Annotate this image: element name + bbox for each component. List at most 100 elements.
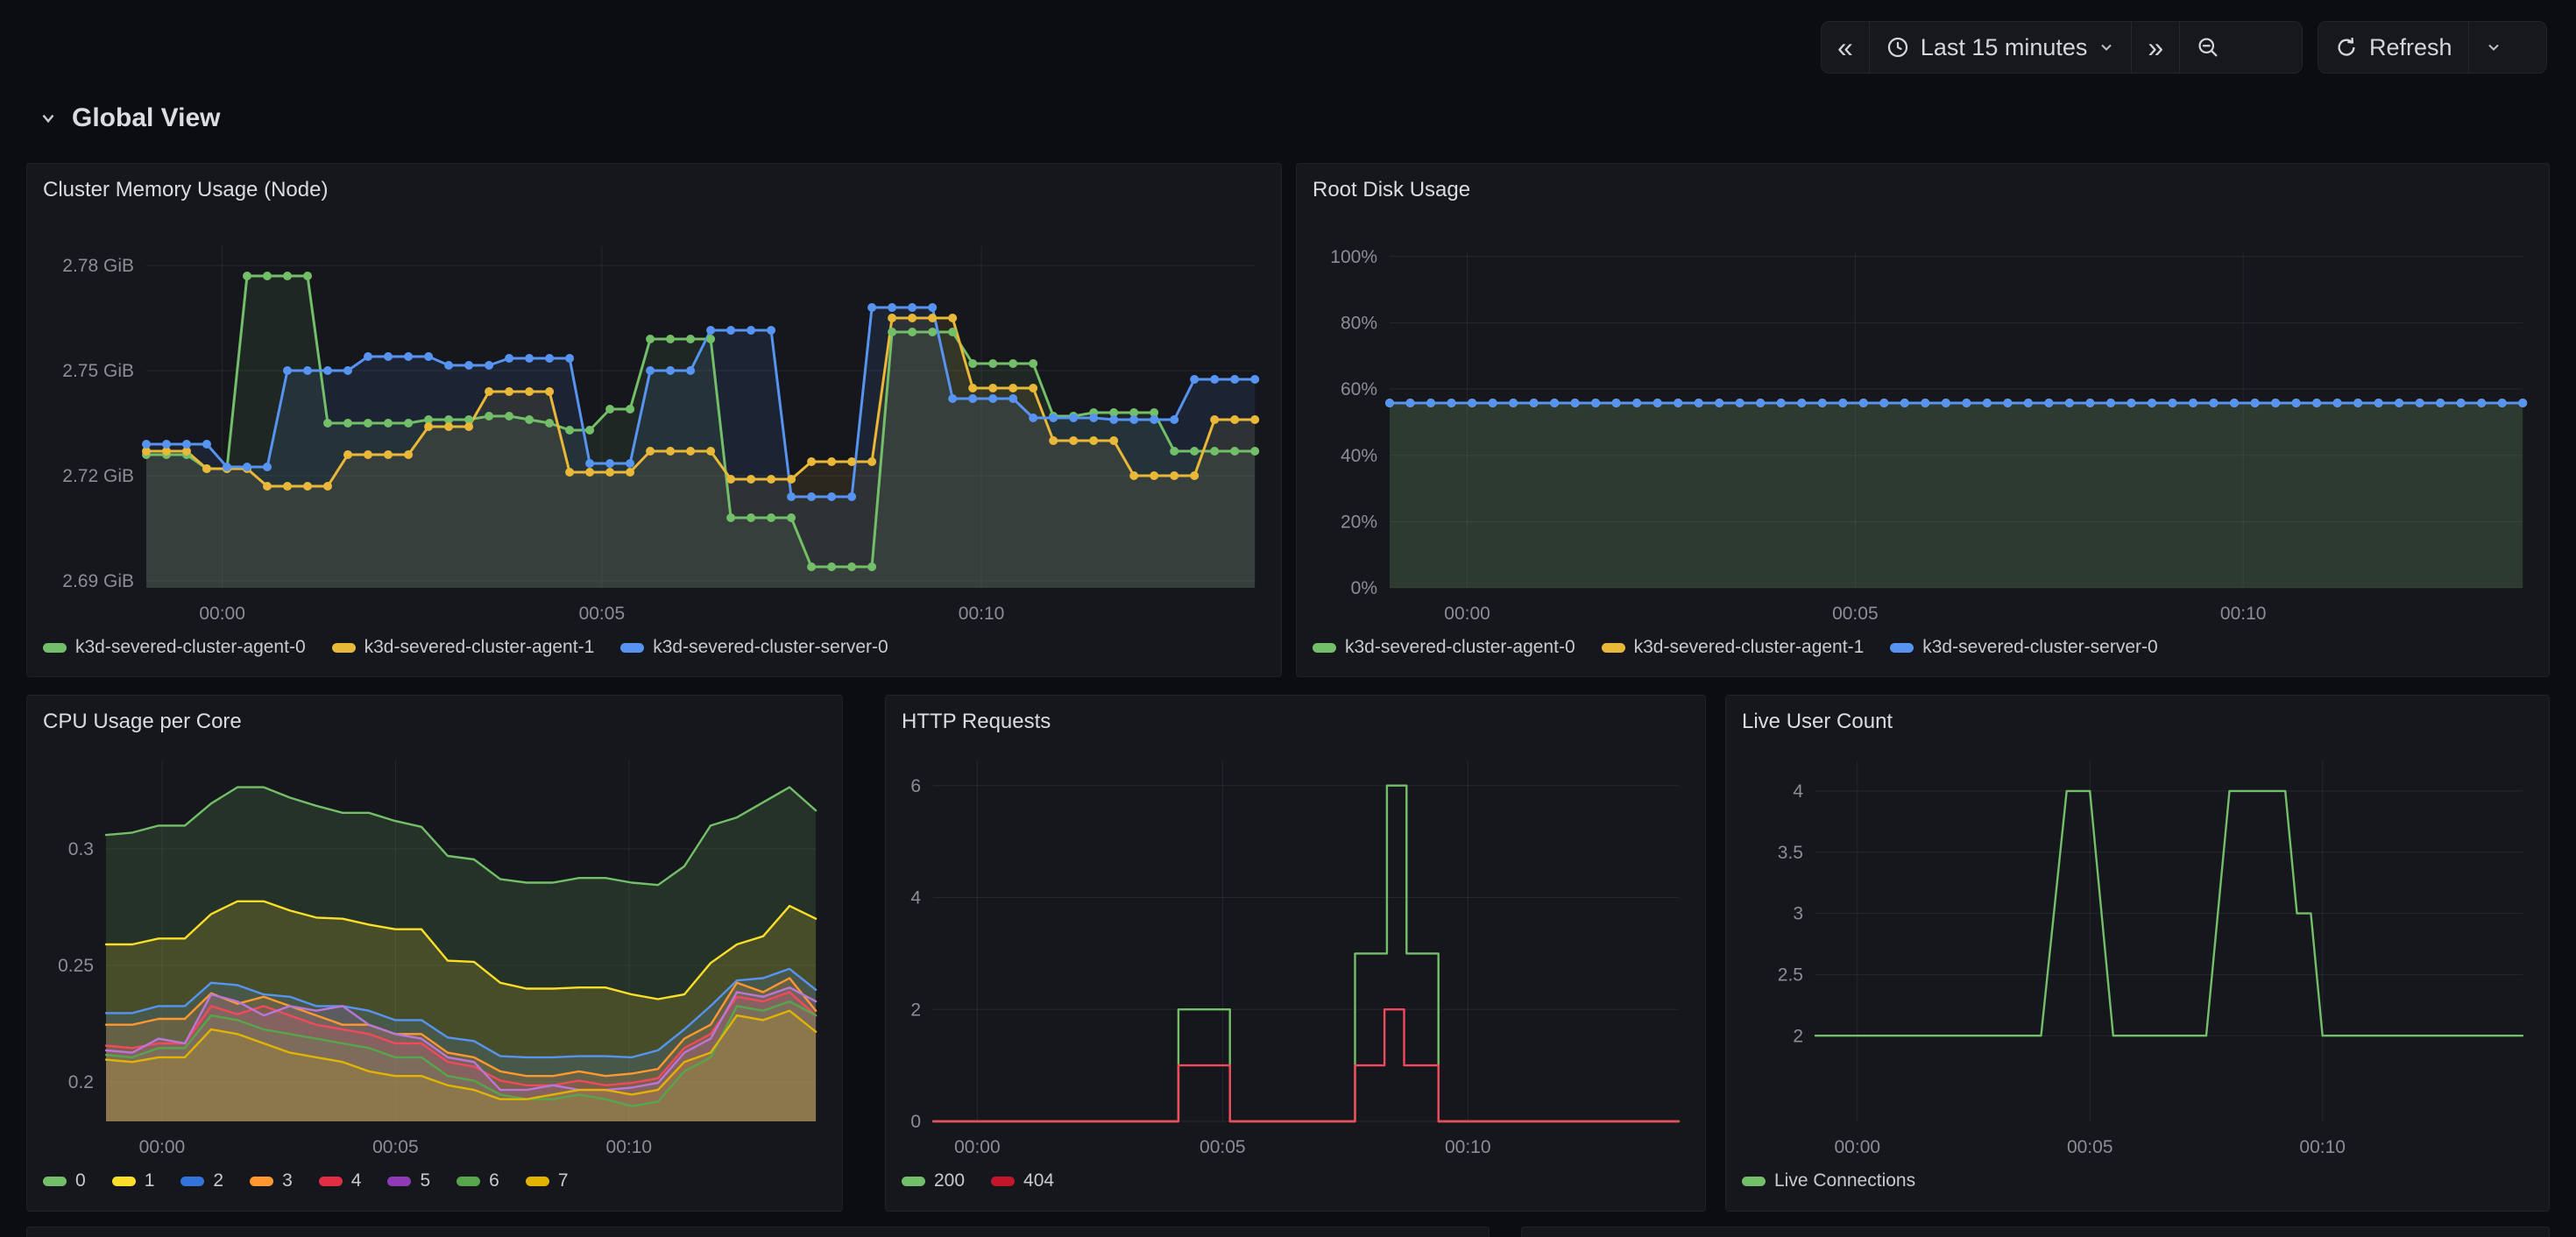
- time-shift-forward-button[interactable]: »: [2131, 22, 2179, 73]
- svg-text:0.25: 0.25: [58, 956, 94, 976]
- svg-text:100%: 100%: [1330, 247, 1377, 267]
- legend-item[interactable]: 4: [319, 1170, 362, 1191]
- svg-text:40%: 40%: [1341, 446, 1377, 466]
- legend-item[interactable]: 0: [43, 1170, 86, 1191]
- svg-text:0%: 0%: [1351, 578, 1377, 598]
- svg-text:0.3: 0.3: [68, 839, 94, 859]
- legend-item[interactable]: 2: [180, 1170, 223, 1191]
- http-chart[interactable]: 024600:0000:0500:10: [902, 743, 1691, 1167]
- panel-title[interactable]: CPU Usage per Core: [27, 696, 842, 741]
- svg-text:2.69 GiB: 2.69 GiB: [62, 571, 134, 591]
- legend-swatch: [902, 1177, 925, 1186]
- svg-text:00:05: 00:05: [1200, 1137, 1246, 1157]
- svg-text:2.78 GiB: 2.78 GiB: [62, 256, 134, 276]
- legend-label: 404: [1023, 1170, 1054, 1191]
- legend-item[interactable]: k3d-severed-cluster-agent-0: [1313, 637, 1575, 658]
- legend-swatch: [43, 643, 67, 653]
- legend-item[interactable]: 6: [456, 1170, 499, 1191]
- panel-title[interactable]: HTTP Requests: [886, 696, 1705, 741]
- time-range-picker-button[interactable]: Last 15 minutes: [1869, 22, 2132, 73]
- svg-text:00:05: 00:05: [1832, 604, 1879, 624]
- legend-item[interactable]: k3d-severed-cluster-server-0: [1890, 637, 2157, 658]
- svg-text:2.5: 2.5: [1778, 965, 1803, 986]
- double-chevron-left-icon: «: [1837, 33, 1853, 61]
- legend-swatch: [319, 1177, 343, 1186]
- svg-text:4: 4: [1793, 781, 1803, 802]
- legend-item[interactable]: 7: [526, 1170, 569, 1191]
- cpu-legend: 0 1 2 3 4 5 6 7: [27, 1167, 842, 1191]
- legend-label: 6: [489, 1170, 499, 1191]
- panel-root-disk-usage: Root Disk Usage 0%20%40%60%80%100%00:000…: [1296, 163, 2550, 677]
- svg-text:00:10: 00:10: [2299, 1137, 2346, 1157]
- disk-chart[interactable]: 0%20%40%60%80%100%00:0000:0500:10: [1313, 211, 2535, 633]
- svg-text:00:00: 00:00: [1444, 604, 1490, 624]
- legend-swatch: [1742, 1177, 1766, 1186]
- refresh-controls: Refresh: [2318, 21, 2547, 74]
- legend-item[interactable]: k3d-severed-cluster-agent-0: [43, 637, 306, 658]
- legend-item[interactable]: 200: [902, 1170, 965, 1191]
- legend-swatch: [1313, 643, 1336, 653]
- svg-text:3.5: 3.5: [1778, 843, 1803, 863]
- svg-text:2.72 GiB: 2.72 GiB: [62, 466, 134, 486]
- svg-text:00:00: 00:00: [199, 604, 245, 624]
- zoom-out-icon: [2196, 35, 2220, 60]
- cpu-chart[interactable]: 0.20.250.300:0000:0500:10: [43, 743, 828, 1167]
- legend-label: Live Connections: [1774, 1170, 1915, 1191]
- clock-icon: [1886, 35, 1910, 60]
- time-range-label: Last 15 minutes: [1921, 34, 2088, 61]
- legend-swatch: [620, 643, 644, 653]
- legend-swatch: [112, 1177, 136, 1186]
- panel-title[interactable]: Root Disk Usage: [1297, 164, 2549, 209]
- panel-http-requests: HTTP Requests 024600:0000:0500:10 200 404: [885, 695, 1706, 1212]
- legend-item[interactable]: 404: [991, 1170, 1054, 1191]
- svg-text:00:10: 00:10: [606, 1137, 653, 1157]
- zoom-out-time-button[interactable]: [2179, 22, 2236, 73]
- legend-item[interactable]: 5: [387, 1170, 430, 1191]
- panel-partial-left: [26, 1226, 1490, 1237]
- chevron-down-icon: [39, 109, 58, 128]
- legend-label: k3d-severed-cluster-server-0: [653, 637, 888, 658]
- legend-label: 4: [351, 1170, 362, 1191]
- legend-swatch: [180, 1177, 204, 1186]
- svg-text:20%: 20%: [1341, 512, 1377, 532]
- disk-legend: k3d-severed-cluster-agent-0 k3d-severed-c…: [1297, 633, 2549, 658]
- row-global-view-toggle[interactable]: Global View: [39, 103, 221, 133]
- legend-label: k3d-severed-cluster-server-0: [1922, 637, 2157, 658]
- legend-item[interactable]: k3d-severed-cluster-server-0: [620, 637, 888, 658]
- legend-item[interactable]: k3d-severed-cluster-agent-1: [332, 637, 595, 658]
- svg-text:00:10: 00:10: [959, 604, 1005, 624]
- legend-label: 3: [282, 1170, 293, 1191]
- refresh-button[interactable]: Refresh: [2318, 22, 2468, 73]
- svg-text:00:05: 00:05: [2067, 1137, 2113, 1157]
- legend-item[interactable]: Live Connections: [1742, 1170, 1915, 1191]
- svg-text:6: 6: [910, 776, 921, 796]
- legend-swatch: [43, 1177, 67, 1186]
- panel-partial-right: [1521, 1226, 2550, 1237]
- legend-swatch: [456, 1177, 480, 1186]
- svg-text:00:10: 00:10: [2220, 604, 2267, 624]
- dashboard-page: « Last 15 minutes »: [0, 0, 2576, 1237]
- legend-swatch: [1890, 643, 1914, 653]
- legend-label: k3d-severed-cluster-agent-1: [1634, 637, 1865, 658]
- live-chart[interactable]: 22.533.5400:0000:0500:10: [1742, 743, 2535, 1167]
- legend-label: 200: [934, 1170, 965, 1191]
- refresh-interval-dropdown[interactable]: [2468, 22, 2518, 73]
- legend-swatch: [250, 1177, 273, 1186]
- legend-label: 0: [75, 1170, 86, 1191]
- legend-swatch: [1602, 643, 1625, 653]
- panel-title[interactable]: Live User Count: [1726, 696, 2549, 741]
- panel-title[interactable]: Cluster Memory Usage (Node): [27, 164, 1281, 209]
- panel-cluster-memory-usage: Cluster Memory Usage (Node) 2.69 GiB 2.72…: [26, 163, 1282, 677]
- memory-legend: k3d-severed-cluster-agent-0 k3d-severed-c…: [27, 633, 1281, 658]
- live-legend: Live Connections: [1726, 1167, 2549, 1191]
- svg-text:00:00: 00:00: [1835, 1137, 1881, 1157]
- legend-label: k3d-severed-cluster-agent-1: [364, 637, 595, 658]
- legend-item[interactable]: 3: [250, 1170, 293, 1191]
- legend-swatch: [332, 643, 356, 653]
- legend-item[interactable]: 1: [112, 1170, 155, 1191]
- legend-item[interactable]: k3d-severed-cluster-agent-1: [1602, 637, 1865, 658]
- memory-chart[interactable]: 2.69 GiB2.72 GiB2.75 GiB2.78 GiB00:0000:…: [43, 211, 1267, 633]
- svg-text:60%: 60%: [1341, 379, 1377, 399]
- svg-text:00:00: 00:00: [139, 1137, 186, 1157]
- time-shift-back-button[interactable]: «: [1822, 22, 1869, 73]
